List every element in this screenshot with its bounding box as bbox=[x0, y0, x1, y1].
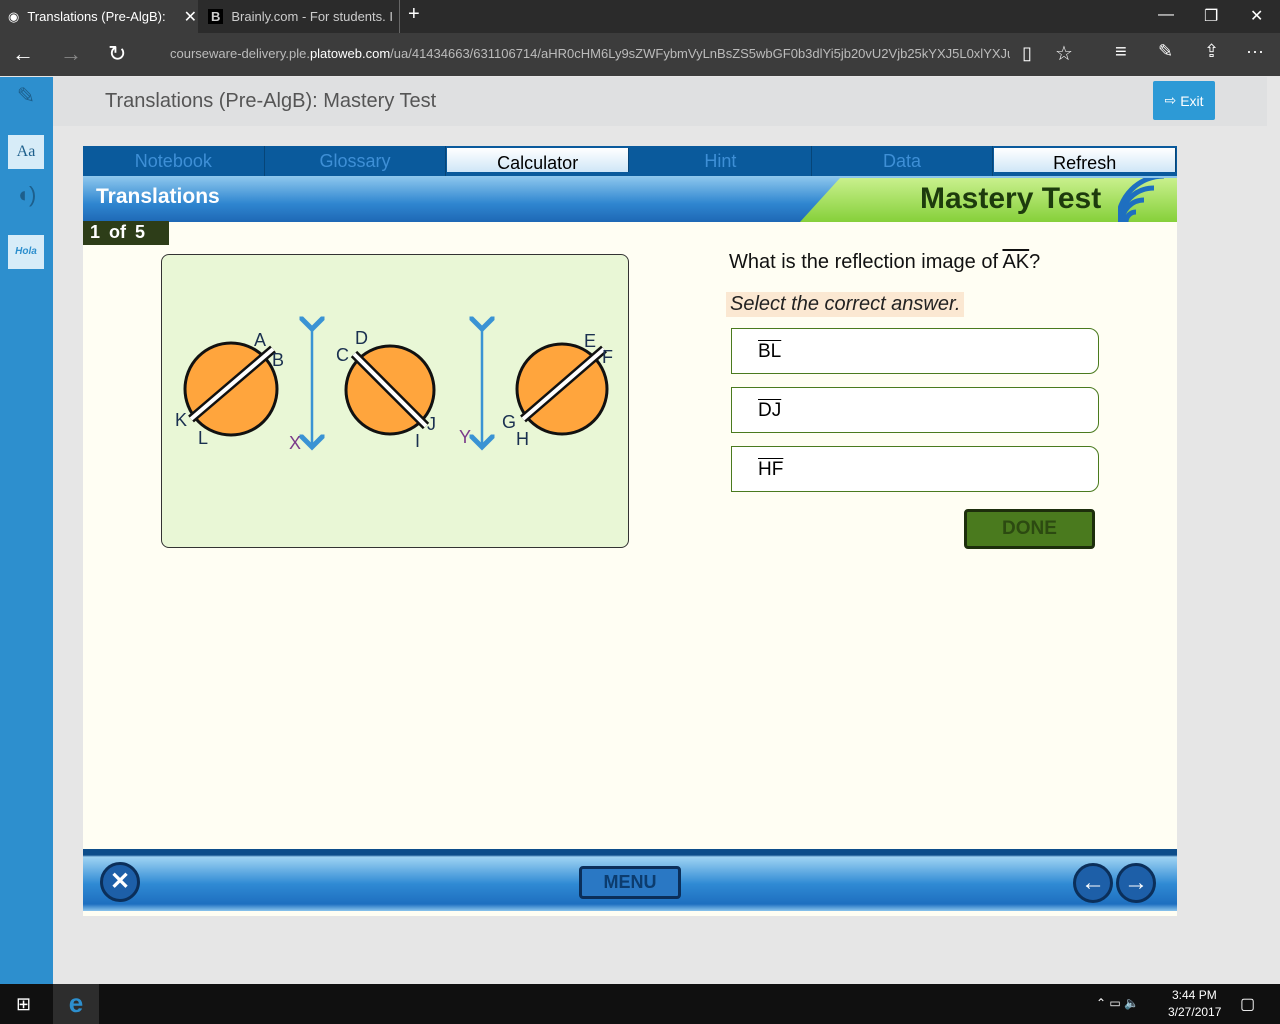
answer-option-dj[interactable]: DJ bbox=[731, 387, 1099, 433]
svg-text:F: F bbox=[602, 347, 613, 367]
svg-text:D: D bbox=[355, 328, 368, 348]
lesson-title: Translations bbox=[96, 185, 220, 208]
question-counter: 1 of 5 bbox=[83, 221, 169, 245]
browser-tab-active[interactable]: ◉ Translations (Pre-AlgB): ✕ bbox=[0, 0, 198, 33]
address-bar: ← → ↻ courseware-delivery.ple.platoweb.c… bbox=[0, 33, 1280, 76]
clock-date: 3/27/2017 bbox=[1168, 1005, 1222, 1019]
svg-text:J: J bbox=[427, 414, 436, 434]
svg-text:A: A bbox=[254, 330, 266, 350]
speech-icon[interactable]: ◖) bbox=[8, 182, 44, 216]
data-button[interactable]: Data bbox=[812, 146, 994, 176]
tab-title: Translations (Pre-AlgB): bbox=[27, 9, 166, 24]
calculator-button[interactable]: Calculator bbox=[447, 148, 630, 173]
app-title: Translations (Pre-AlgB): Mastery Test bbox=[105, 90, 437, 112]
scrollbar[interactable] bbox=[1267, 77, 1280, 984]
circle-EG bbox=[515, 342, 609, 436]
svg-text:H: H bbox=[516, 429, 529, 449]
signal-logo-icon bbox=[1118, 178, 1165, 222]
more-icon[interactable]: ··· bbox=[1246, 41, 1264, 62]
answer-option-hf[interactable]: HF bbox=[731, 446, 1099, 492]
next-button[interactable]: → bbox=[1116, 863, 1156, 903]
refresh-button[interactable]: Refresh bbox=[994, 148, 1177, 173]
edge-icon[interactable]: e bbox=[53, 984, 99, 1024]
previous-button[interactable]: ← bbox=[1073, 863, 1113, 903]
brainly-icon: B bbox=[208, 9, 224, 24]
svg-text:B: B bbox=[272, 350, 284, 370]
favorite-star-icon[interactable]: ☆ bbox=[1055, 41, 1073, 66]
menu-button[interactable]: MENU bbox=[579, 866, 681, 899]
reading-view-icon[interactable]: ▯ bbox=[1022, 43, 1032, 64]
notifications-icon[interactable]: ▢ bbox=[1240, 994, 1255, 1014]
clock-time: 3:44 PM bbox=[1172, 988, 1217, 1002]
restore-button[interactable]: ❐ bbox=[1204, 6, 1218, 26]
tray-icons[interactable]: ⌃ ▭ 🔈 bbox=[1096, 996, 1139, 1010]
forward-icon[interactable]: → bbox=[60, 41, 82, 67]
tab-title: Brainly.com - For students. I bbox=[231, 9, 393, 24]
minimize-button[interactable]: — bbox=[1158, 6, 1174, 24]
windows-start-icon[interactable]: ⊞ bbox=[16, 994, 31, 1015]
close-window-button[interactable]: ✕ bbox=[1250, 6, 1263, 26]
close-tab-icon[interactable]: ✕ bbox=[184, 7, 197, 27]
svg-text:I: I bbox=[415, 431, 420, 451]
taskbar: ⊞ e ⌃ ▭ 🔈 3:44 PM 3/27/2017 ▢ bbox=[0, 984, 1280, 1024]
url-input[interactable]: courseware-delivery.ple.platoweb.com/ua/… bbox=[170, 46, 1010, 61]
exit-icon: ⇨ bbox=[1164, 92, 1177, 108]
browser-tab[interactable]: B Brainly.com - For students. I bbox=[200, 0, 400, 33]
reflection-figure: AB KL CD IJ EF GH X Y bbox=[161, 254, 629, 548]
svg-text:K: K bbox=[175, 410, 187, 430]
svg-text:L: L bbox=[198, 428, 208, 448]
svg-text:G: G bbox=[502, 412, 516, 432]
dictionary-icon[interactable]: Aa bbox=[8, 135, 44, 169]
exit-button[interactable]: ⇨ Exit bbox=[1153, 81, 1215, 120]
circle-CJ bbox=[344, 344, 436, 436]
new-tab-button[interactable]: + bbox=[408, 3, 420, 26]
back-icon[interactable]: ← bbox=[12, 41, 34, 67]
refresh-icon[interactable]: ↻ bbox=[108, 41, 126, 67]
mode-title: Mastery Test bbox=[920, 182, 1102, 215]
notes-icon[interactable]: ✎ bbox=[8, 83, 44, 117]
share-icon[interactable]: ⇪ bbox=[1204, 41, 1219, 62]
web-note-icon[interactable]: ✎ bbox=[1158, 41, 1173, 62]
hub-icon[interactable]: ≡ bbox=[1115, 41, 1127, 64]
done-button[interactable]: DONE bbox=[964, 509, 1095, 549]
circle-AK bbox=[183, 341, 279, 437]
answer-option-bl[interactable]: BL bbox=[731, 328, 1099, 374]
svg-text:C: C bbox=[336, 345, 349, 365]
site-icon: ◉ bbox=[8, 8, 20, 24]
browser-tab-bar: ◉ Translations (Pre-AlgB): ✕ B Brainly.com … bbox=[0, 0, 1280, 33]
notebook-button[interactable]: Notebook bbox=[83, 146, 265, 176]
svg-text:X: X bbox=[289, 433, 301, 453]
question-text: What is the reflection image of AK? bbox=[729, 251, 1041, 273]
svg-text:Y: Y bbox=[459, 427, 471, 447]
instruction-text: Select the correct answer. bbox=[726, 292, 965, 317]
tools-sidebar: ✎ Aa ◖) Hola bbox=[0, 77, 53, 984]
hint-button[interactable]: Hint bbox=[630, 146, 812, 176]
glossary-button[interactable]: Glossary bbox=[265, 146, 447, 176]
close-lesson-button[interactable]: ✕ bbox=[100, 862, 140, 902]
translate-icon[interactable]: Hola bbox=[8, 235, 44, 269]
svg-text:E: E bbox=[584, 331, 596, 351]
lesson-toolbar: Notebook Glossary Calculator Hint Data R… bbox=[83, 146, 1177, 176]
